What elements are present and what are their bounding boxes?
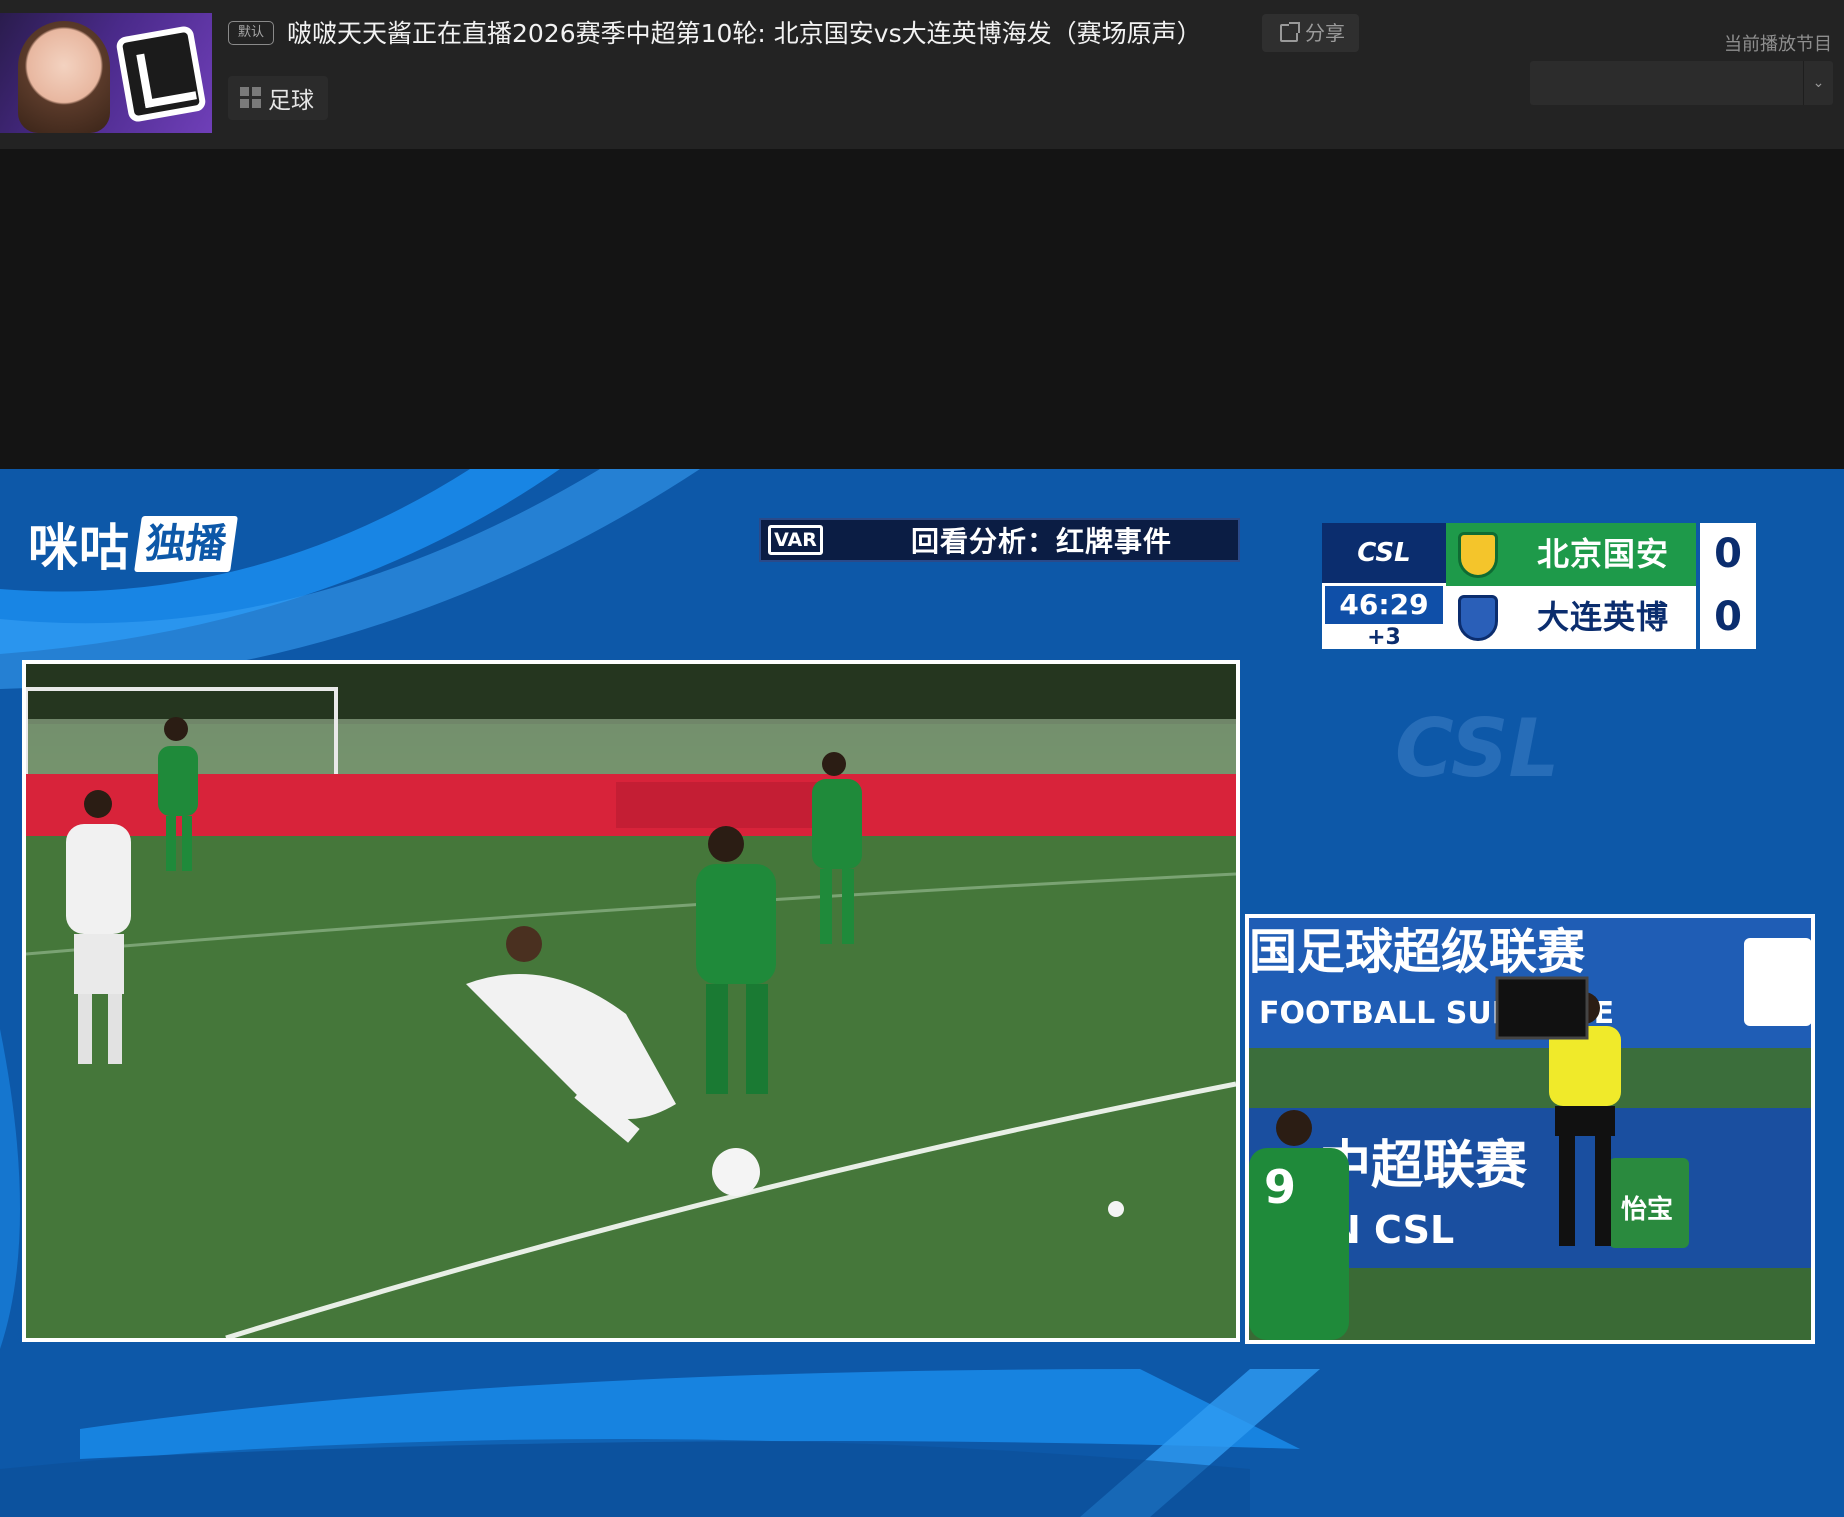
streamer-photo <box>18 21 110 133</box>
video-player[interactable]: 咪咕 独播 VAR 回看分析：红牌事件 CSL 46:29 +3 北京国安 0 … <box>0 469 1844 1517</box>
var-icon: VAR <box>768 525 823 555</box>
side-scene: 国足球超级联赛 FOOTBALL SUPE GUE 中超联赛 N CSL 怡宝 … <box>1249 918 1811 1340</box>
away-team-row: 大连英博 0 <box>1446 586 1756 649</box>
channel-logo-text: 咪咕 <box>28 519 130 577</box>
away-score: 0 <box>1696 586 1756 649</box>
grid-icon <box>240 87 262 109</box>
share-button[interactable]: 分享 <box>1262 14 1359 52</box>
replay-side-view: 国足球超级联赛 FOOTBALL SUPE GUE 中超联赛 N CSL 怡宝 … <box>1245 914 1815 1344</box>
away-crest-icon <box>1446 586 1510 649</box>
csl-watermark: CSL <box>1395 702 1560 795</box>
var-title: 回看分析：红牌事件 <box>911 525 1173 558</box>
league-logo: CSL <box>1322 523 1446 583</box>
home-team-name: 北京国安 <box>1510 523 1696 586</box>
svg-text:9: 9 <box>1264 1160 1296 1214</box>
var-banner: VAR 回看分析：红牌事件 <box>759 518 1240 562</box>
scoreboard: CSL 46:29 +3 北京国安 0 大连英博 0 <box>1322 523 1756 649</box>
chevron-down-icon[interactable]: ⌄ <box>1803 61 1833 105</box>
stream-header: 默认 啵啵天天酱正在直播2026赛季中超第10轮: 北京国安vs大连英博海发（赛… <box>0 0 1844 149</box>
share-label: 分享 <box>1305 21 1345 45</box>
share-icon <box>1280 22 1300 42</box>
home-team-row: 北京国安 0 <box>1446 523 1756 586</box>
default-badge: 默认 <box>228 21 275 45</box>
match-clock: 46:29 <box>1322 583 1446 627</box>
category-tag[interactable]: 足球 <box>228 76 328 120</box>
added-time: +3 <box>1322 627 1446 649</box>
stream-title: 啵啵天天酱正在直播2026赛季中超第10轮: 北京国安vs大连英博海发（赛场原声… <box>287 19 1202 48</box>
side-board-line1: 中超联赛 <box>1319 1136 1528 1196</box>
side-banner-line1: 国足球超级联赛 <box>1249 924 1586 980</box>
home-score: 0 <box>1696 523 1756 586</box>
channel-logo: 咪咕 独播 <box>28 514 238 577</box>
side-sponsor: 怡宝 <box>1621 1194 1673 1225</box>
away-team-name: 大连英博 <box>1510 586 1696 649</box>
streamer-logo-icon <box>115 24 207 124</box>
home-crest-icon <box>1446 523 1510 586</box>
player-letterbox <box>0 149 1844 469</box>
replay-scene <box>26 664 1236 1338</box>
exclusive-badge: 独播 <box>134 516 238 572</box>
program-select[interactable]: ⌄ <box>1530 61 1833 105</box>
now-playing-label: 当前播放节目 <box>1724 34 1832 55</box>
category-label: 足球 <box>268 88 314 114</box>
streamer-avatar[interactable] <box>0 13 212 133</box>
replay-main-view <box>22 660 1240 1342</box>
